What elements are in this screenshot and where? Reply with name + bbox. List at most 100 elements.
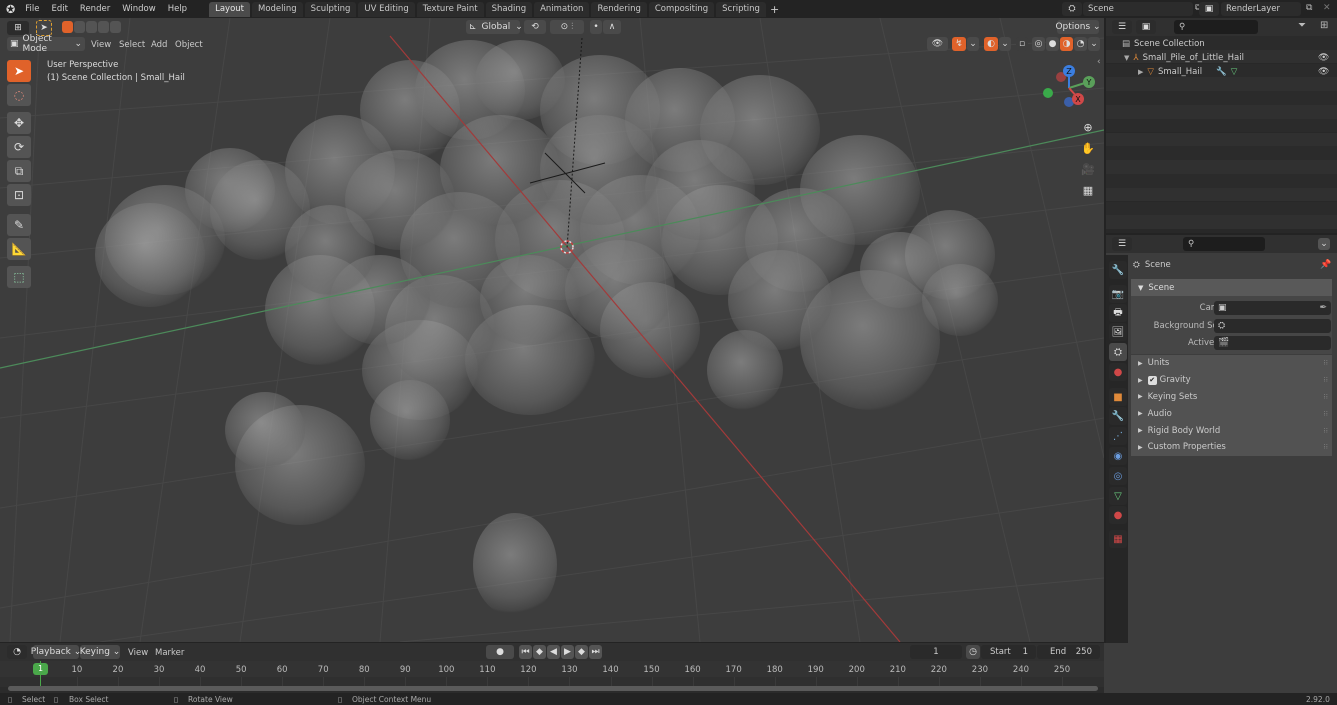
properties-tab-output[interactable]: 🖶 (1109, 304, 1127, 322)
record-button[interactable]: ● (486, 645, 514, 659)
tab-modeling[interactable]: Modeling (252, 1, 303, 17)
navigation-gizmo[interactable]: Z Y X (1040, 62, 1100, 118)
panel-header-scene[interactable]: ▼ Scene (1131, 279, 1332, 296)
xray-toggle[interactable]: ▫ (1016, 37, 1028, 51)
overlays-dropdown[interactable]: ⌄ (999, 37, 1011, 51)
properties-tab-physics[interactable]: ◉ (1109, 447, 1127, 465)
tab-texture-paint[interactable]: Texture Paint (416, 1, 484, 17)
next-keyframe-icon[interactable]: ◆ (575, 645, 588, 659)
tab-compositing[interactable]: Compositing (648, 1, 715, 17)
new-collection-icon[interactable]: ⊞ (1320, 20, 1328, 31)
proportional-edit-toggle[interactable]: • (590, 20, 602, 34)
playhead-handle[interactable]: 1 (33, 663, 48, 675)
playback-dropdown[interactable]: Playback ⌄ (31, 645, 81, 659)
shading-dropdown[interactable]: ⌄ (1088, 37, 1100, 51)
play-icon[interactable]: ▶ (561, 645, 574, 659)
menu-view[interactable]: View (91, 40, 111, 50)
material-preview-icon[interactable]: ◑ (1060, 37, 1073, 51)
menu-file[interactable]: File (19, 0, 45, 18)
properties-tab-modifiers[interactable]: 🔧 (1109, 407, 1127, 425)
tool-add-cube[interactable]: ⬚ (7, 266, 31, 288)
add-workspace-button[interactable]: + (766, 3, 783, 16)
wireframe-shading-icon[interactable]: ◎ (1032, 37, 1045, 51)
drag-handle-icon[interactable]: ⁝⁝ (1324, 443, 1328, 451)
properties-tab-scene[interactable]: ⛭ (1109, 343, 1127, 361)
view-layer-icon[interactable]: ▣ (1199, 2, 1219, 16)
menu-help[interactable]: Help (162, 0, 193, 18)
tool-transform[interactable]: ⊡ (7, 184, 31, 206)
collapse-arrow-icon[interactable]: ▶ (1138, 68, 1143, 76)
tool-annotate[interactable]: ✎ (7, 214, 31, 236)
properties-options-dropdown[interactable]: ⌄ (1318, 238, 1330, 250)
visibility-eye-icon[interactable]: 👁 (1318, 67, 1329, 77)
panel-audio[interactable]: ▶ Audio ⁝⁝ (1131, 405, 1332, 423)
stopwatch-icon[interactable]: ◷ (966, 645, 980, 659)
properties-tab-view-layer[interactable]: 🖼 (1109, 323, 1127, 341)
pin-icon[interactable]: 📌 (1320, 260, 1331, 270)
properties-tab-object[interactable]: ■ (1109, 388, 1127, 406)
camera-field[interactable]: ▣ ✒ (1214, 301, 1331, 315)
menu-object[interactable]: Object (175, 40, 203, 50)
background-scene-field[interactable]: ⛭ (1214, 319, 1331, 333)
outliner-editor-type[interactable]: ☰ (1112, 20, 1132, 34)
menu-add[interactable]: Add (151, 40, 167, 50)
overlays-toggle[interactable]: ◐ (984, 37, 998, 51)
menu-render[interactable]: Render (74, 0, 116, 18)
snapping-dropdown[interactable]: ⊙ ⫶ (550, 20, 584, 34)
drag-handle-icon[interactable]: ⁝⁝ (1324, 393, 1328, 401)
rendered-shading-icon[interactable]: ◔ (1074, 37, 1087, 51)
zoom-icon[interactable]: ⊕ (1079, 118, 1097, 136)
properties-tab-data[interactable]: ▽ (1109, 487, 1127, 505)
drag-handle-icon[interactable]: ⁝⁝ (1324, 410, 1328, 418)
jump-end-icon[interactable]: ⏭ (589, 645, 602, 659)
menu-select[interactable]: Select (119, 40, 145, 50)
tab-sculpting[interactable]: Sculpting (304, 1, 357, 17)
visibility-dropdown[interactable]: 👁 (927, 37, 948, 51)
tool-cursor[interactable]: ◌ (7, 84, 31, 106)
tool-select-box[interactable]: ➤ (7, 60, 31, 82)
tab-scripting[interactable]: Scripting (716, 1, 766, 17)
ortho-grid-icon[interactable]: ▦ (1079, 181, 1097, 199)
tab-shading[interactable]: Shading (485, 1, 533, 17)
properties-tab-world[interactable]: ● (1109, 363, 1127, 381)
select-intersect-icon[interactable] (110, 21, 121, 33)
tool-move[interactable]: ✥ (7, 112, 31, 134)
mode-dropdown[interactable]: ▣ Object Mode ⌄ (7, 34, 85, 54)
editor-type-button[interactable]: ⊞ (7, 21, 29, 35)
outliner-search[interactable]: ⚲ (1174, 20, 1258, 34)
tool-measure[interactable]: 📐 (7, 238, 31, 260)
new-view-layer-icon[interactable]: ⧉ (1306, 3, 1312, 13)
properties-tab-render[interactable]: 📷 (1109, 285, 1127, 303)
drag-handle-icon[interactable]: ⁝⁝ (1324, 376, 1328, 384)
tab-rendering[interactable]: Rendering (591, 1, 647, 17)
3d-viewport[interactable]: ⊞ ➤ ⊾ Global ⌄ ⟲ ⊙ ⫶ • ∧ Options ⌄ ▣ Object… (0, 18, 1104, 642)
tool-rotate[interactable]: ⟳ (7, 136, 31, 158)
menu-view[interactable]: View (128, 648, 148, 658)
panel-units[interactable]: ▶ Units ⁝⁝ (1131, 355, 1332, 372)
drag-handle-icon[interactable]: ⁝⁝ (1324, 427, 1328, 435)
delete-view-layer-icon[interactable]: ✕ (1323, 3, 1331, 13)
panel-rigid-body-world[interactable]: ▶ Rigid Body World ⁝⁝ (1131, 422, 1332, 439)
play-reverse-icon[interactable]: ◀ (547, 645, 560, 659)
tab-animation[interactable]: Animation (534, 1, 590, 17)
menu-window[interactable]: Window (116, 0, 162, 18)
display-mode-dropdown[interactable]: ▣ (1136, 20, 1156, 34)
scene-field[interactable]: Scene (1083, 2, 1193, 16)
filter-icon[interactable]: ⏷ (1298, 20, 1306, 31)
view-layer-field[interactable]: RenderLayer (1221, 2, 1301, 16)
visibility-eye-icon[interactable]: 👁 (1318, 53, 1329, 63)
panel-keying-sets[interactable]: ▶ Keying Sets ⁝⁝ (1131, 388, 1332, 406)
select-extend-icon[interactable] (74, 21, 85, 33)
tab-layout[interactable]: Layout (209, 1, 250, 17)
proportional-falloff-icon[interactable]: ∧ (603, 20, 621, 34)
properties-tab-tool[interactable]: 🔧 (1109, 261, 1127, 279)
jump-start-icon[interactable]: ⏮ (519, 645, 532, 659)
timeline-scrollbar[interactable] (8, 686, 1098, 691)
current-frame-field[interactable]: 1 (910, 645, 962, 659)
expand-arrow-icon[interactable]: ▼ (1124, 54, 1129, 62)
transform-orientation-dropdown[interactable]: ⊾ Global ⌄ (466, 20, 523, 34)
properties-search[interactable]: ⚲ (1183, 237, 1265, 251)
select-new-icon[interactable] (62, 21, 73, 33)
menu-edit[interactable]: Edit (45, 0, 73, 18)
keying-dropdown[interactable]: Keying ⌄ (80, 645, 120, 659)
